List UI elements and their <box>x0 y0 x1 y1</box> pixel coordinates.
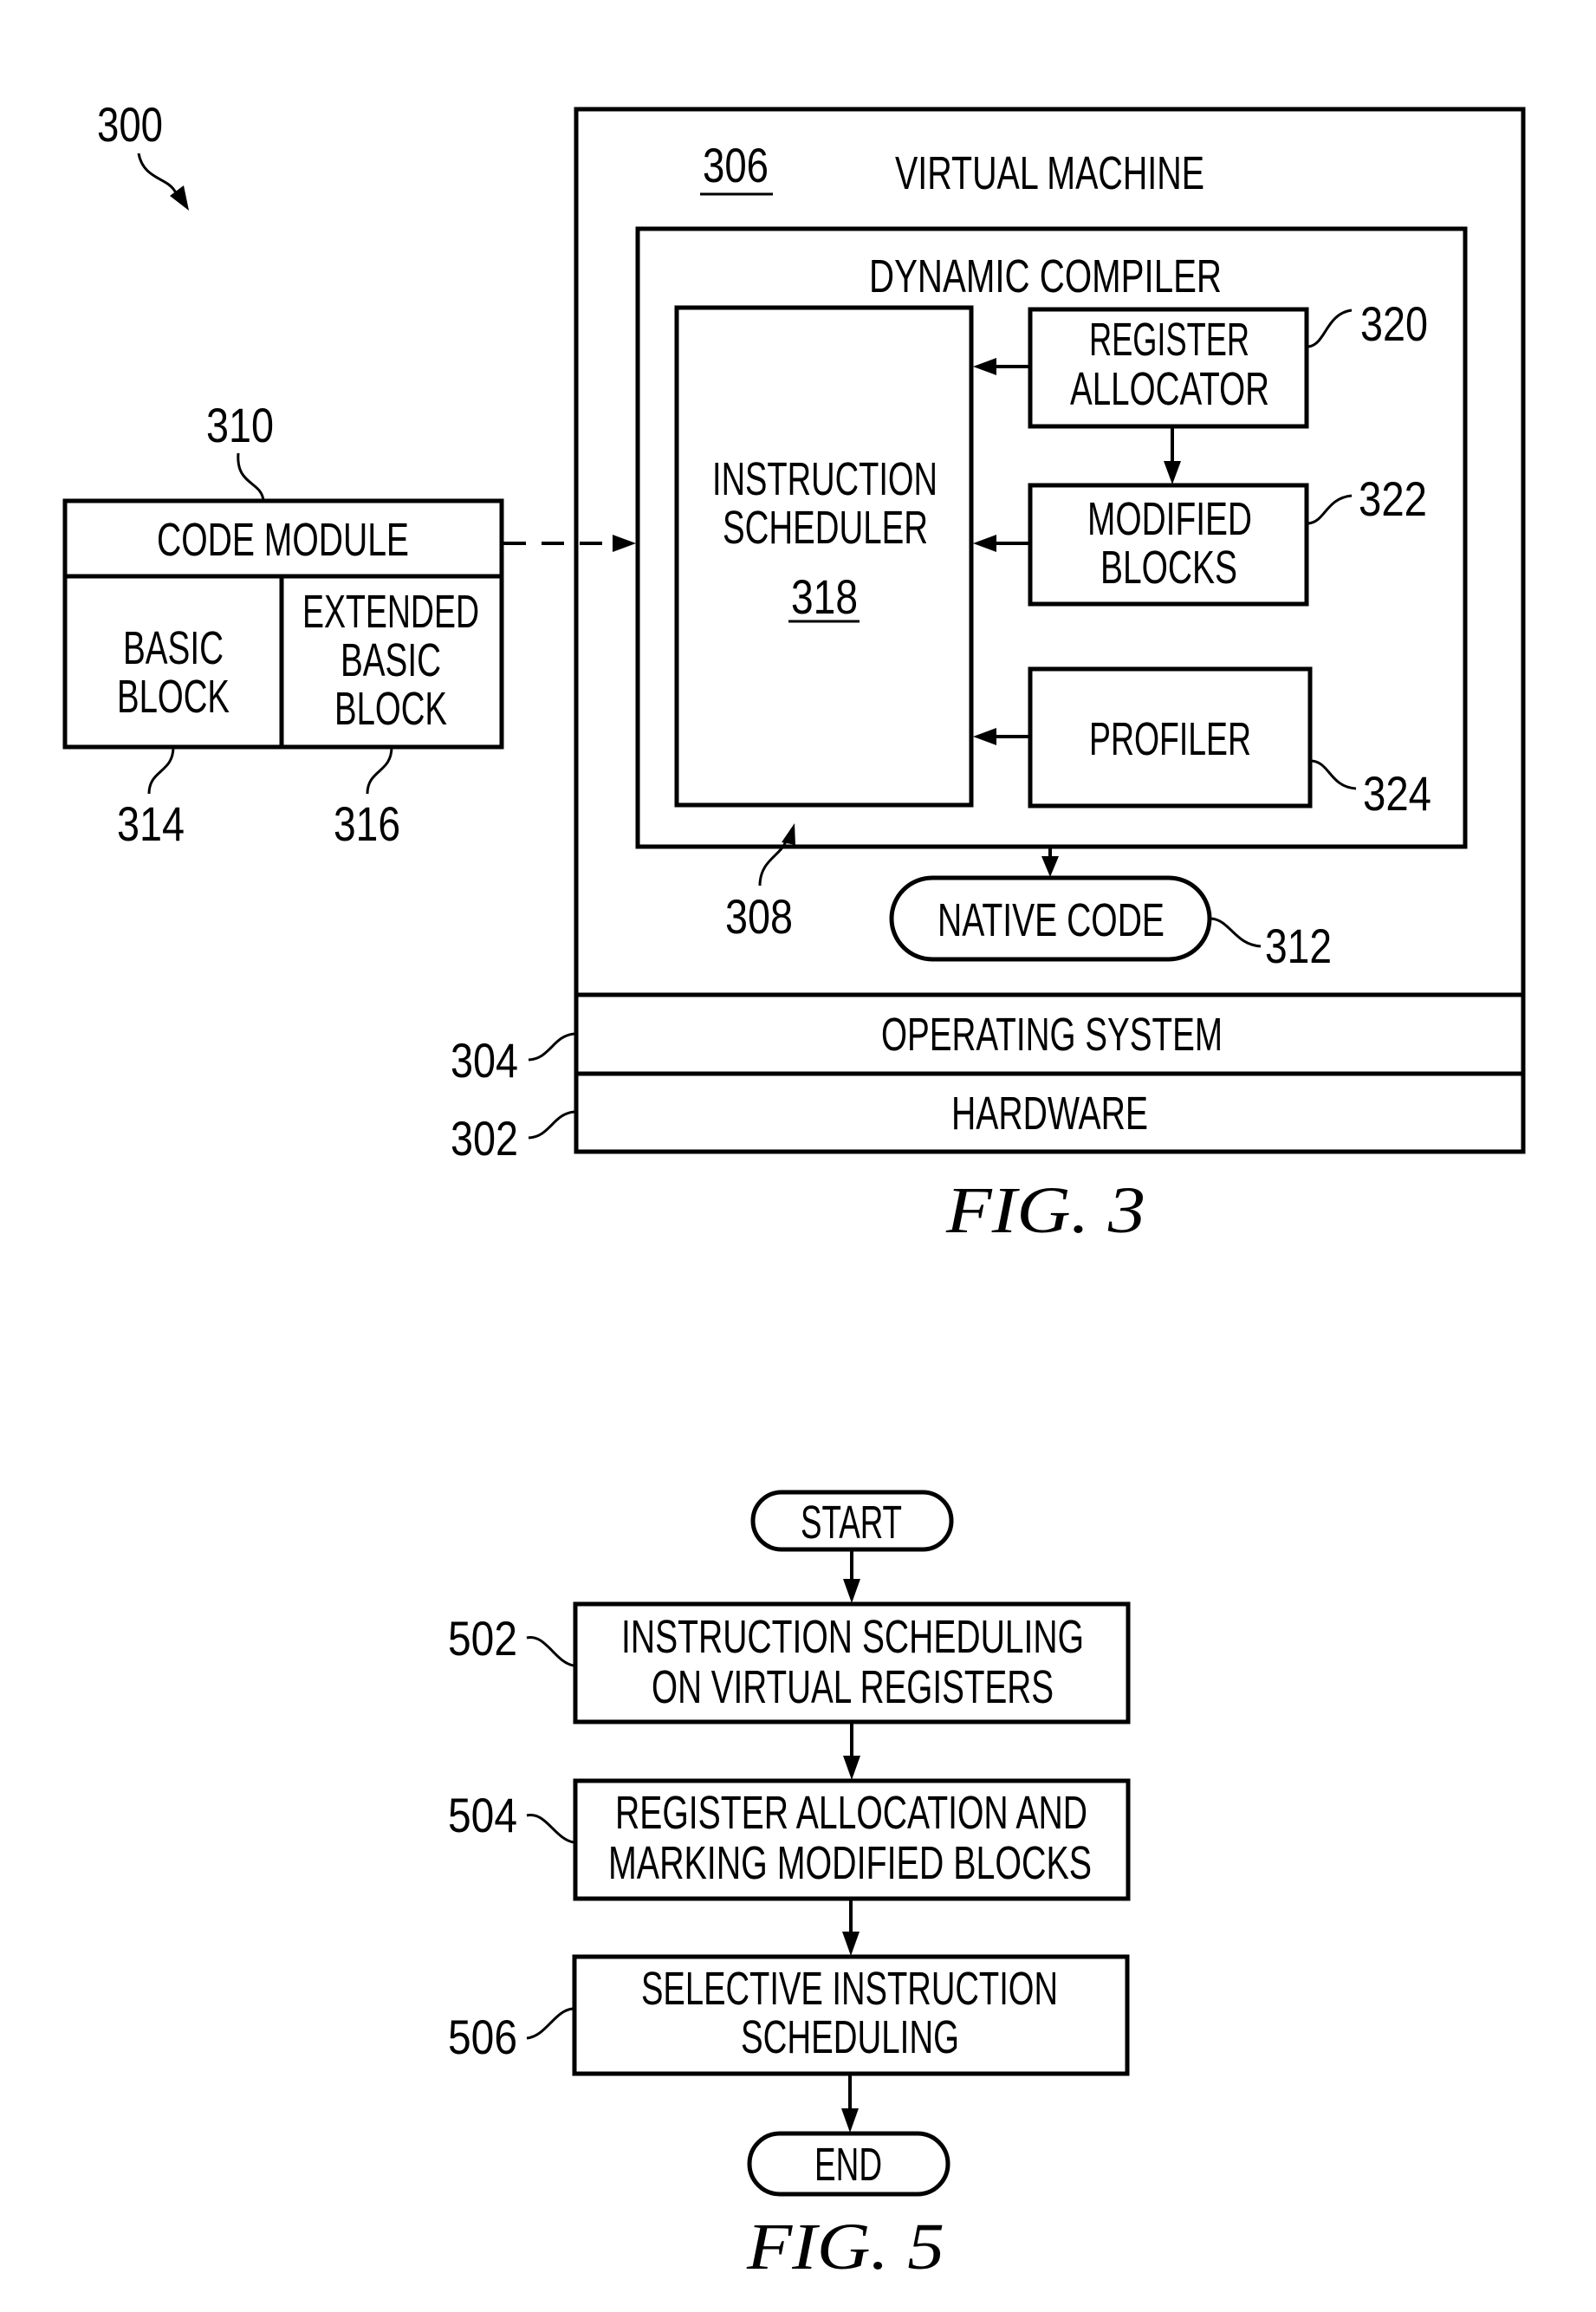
ref-304-leader <box>528 1032 575 1062</box>
arrowhead-icon <box>843 1579 860 1603</box>
ref-310: 310 <box>206 398 274 452</box>
instruction-scheduler-label-line-2: SCHEDULER <box>723 502 928 554</box>
basic-block-label-line-1: BASIC <box>123 622 224 674</box>
register-allocator-label-line-2: ALLOCATOR <box>1070 363 1269 415</box>
ref-504-leader <box>526 1814 574 1844</box>
ref-312: 312 <box>1265 919 1332 973</box>
ref-302-leader <box>528 1110 575 1140</box>
patent-drawing: 300 306 VIRTUAL MACHINE DYNAMIC COMPILER… <box>62 97 1526 2283</box>
ref-316-leader <box>366 746 393 795</box>
ref-322: 322 <box>1359 471 1427 526</box>
start-label: START <box>801 1497 902 1549</box>
extended-basic-block-label-line-1: EXTENDED <box>302 586 479 638</box>
modified-blocks-label-line-1: MODIFIED <box>1087 493 1252 545</box>
step-502-label-line-2: ON VIRTUAL REGISTERS <box>652 1661 1054 1713</box>
end-label: END <box>814 2139 882 2191</box>
figure-3-caption: FIG. 3 <box>945 1174 1145 1247</box>
ref-300: 300 <box>97 97 163 152</box>
ref-504: 504 <box>448 1788 517 1842</box>
ref-316: 316 <box>334 796 400 851</box>
ref-302: 302 <box>451 1111 518 1166</box>
modified-blocks-label-line-2: BLOCKS <box>1100 542 1237 594</box>
instruction-scheduler-label-line-1: INSTRUCTION <box>712 453 937 505</box>
ref-314: 314 <box>117 796 185 851</box>
figure-3: 300 306 VIRTUAL MACHINE DYNAMIC COMPILER… <box>62 97 1526 1247</box>
hardware-label: HARDWARE <box>951 1088 1148 1140</box>
ref-314-leader <box>147 746 175 795</box>
step-502-label-line-1: INSTRUCTION SCHEDULING <box>621 1611 1084 1663</box>
ref-308: 308 <box>725 889 793 944</box>
extended-basic-block-label-line-3: BLOCK <box>334 683 447 735</box>
ref-324: 324 <box>1363 766 1431 821</box>
ref-306: 306 <box>703 138 769 192</box>
ref-506: 506 <box>448 2010 517 2064</box>
step-504-label-line-1: REGISTER ALLOCATION AND <box>615 1787 1087 1839</box>
ref-320: 320 <box>1360 296 1428 351</box>
step-506-label-line-2: SCHEDULING <box>741 2011 959 2063</box>
step-504-label-line-2: MARKING MODIFIED BLOCKS <box>608 1837 1092 1889</box>
virtual-machine-label: VIRTUAL MACHINE <box>895 147 1204 199</box>
profiler-label: PROFILER <box>1089 713 1251 765</box>
operating-system-label: OPERATING SYSTEM <box>881 1009 1223 1061</box>
step-506-label-line-1: SELECTIVE INSTRUCTION <box>641 1963 1058 2015</box>
code-module-label: CODE MODULE <box>157 514 409 566</box>
arrowhead-icon <box>842 1932 860 1956</box>
native-code-label: NATIVE CODE <box>937 894 1165 946</box>
ref-310-leader <box>237 452 265 502</box>
dynamic-compiler-label: DYNAMIC COMPILER <box>869 250 1222 302</box>
arrowhead-icon <box>841 2108 859 2133</box>
ref-506-leader <box>526 2007 574 2040</box>
figure-5: START INSTRUCTION SCHEDULING ON VIRTUAL … <box>448 1490 1131 2283</box>
instruction-scheduler-box <box>674 305 974 808</box>
figure-5-caption: FIG. 5 <box>746 2211 944 2283</box>
ref-318: 318 <box>791 569 858 624</box>
ref-304: 304 <box>451 1033 518 1088</box>
basic-block-label-line-2: BLOCK <box>117 671 230 723</box>
extended-basic-block-label-line-2: BASIC <box>341 634 441 686</box>
ref-502: 502 <box>448 1611 517 1666</box>
ref-502-leader <box>526 1636 574 1667</box>
arrowhead-icon <box>843 1756 860 1780</box>
register-allocator-label-line-1: REGISTER <box>1089 314 1249 366</box>
